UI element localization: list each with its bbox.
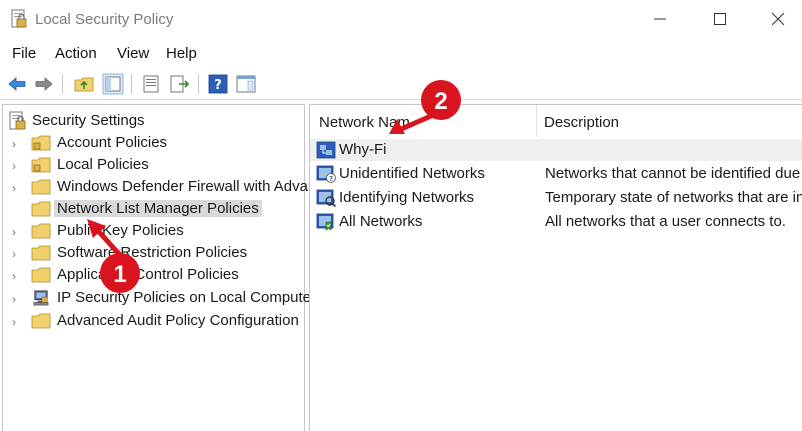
menu-view[interactable]: View [117, 45, 149, 62]
toolbar-separator [62, 74, 63, 94]
chevron-right-icon[interactable]: › [12, 137, 16, 151]
chevron-right-icon[interactable]: › [12, 159, 16, 173]
list-row-name: Identifying Networks [339, 189, 475, 206]
identifying-network-icon [316, 189, 336, 207]
up-folder-icon[interactable] [73, 73, 95, 95]
step-2-callout: 2 [389, 80, 461, 134]
folder-icon [31, 179, 51, 195]
tree-root-label: Security Settings [32, 112, 145, 129]
column-header-description[interactable]: Description [537, 105, 802, 137]
tree-item-label: Local Policies [57, 156, 149, 173]
chevron-right-icon[interactable]: › [12, 225, 16, 239]
window-title: Local Security Policy [35, 11, 174, 28]
chevron-right-icon[interactable]: › [12, 247, 16, 261]
folder-icon [31, 223, 51, 239]
tree-item-account-policies[interactable]: › Account Policies [3, 133, 303, 155]
chevron-right-icon[interactable]: › [12, 292, 16, 306]
tree-item-label: Windows Defender Firewall with Advar [57, 178, 313, 195]
all-networks-icon [316, 213, 334, 231]
locked-folder-icon [31, 135, 51, 151]
menu-action[interactable]: Action [55, 45, 97, 62]
svg-text:?: ? [214, 78, 222, 93]
tree-item-label: Advanced Audit Policy Configuration [57, 312, 299, 329]
back-arrow-icon[interactable] [6, 73, 28, 95]
list-row-identifying-networks[interactable]: Identifying Networks Temporary state of … [310, 187, 802, 209]
list-row-all-networks[interactable]: All Networks All networks that a user co… [310, 211, 802, 233]
list-row-unidentified-networks[interactable]: ? Unidentified Networks Networks that ca… [310, 163, 802, 185]
list-row-description: Networks that cannot be identified due [545, 165, 801, 182]
export-list-icon[interactable] [168, 73, 190, 95]
menu-file[interactable]: File [12, 45, 36, 62]
chevron-right-icon[interactable]: › [12, 181, 16, 195]
close-icon[interactable] [768, 9, 788, 29]
minimize-icon[interactable] [650, 9, 670, 29]
tree-item-local-policies[interactable]: › Local Policies [3, 155, 303, 177]
menu-bar: File Action View Help [0, 42, 802, 68]
menu-help[interactable]: Help [166, 45, 197, 62]
toolbar-separator [131, 74, 132, 94]
toolbar-separator [198, 74, 199, 94]
show-hide-tree-icon[interactable] [102, 73, 124, 95]
folder-icon [31, 201, 51, 217]
tree-item-label: Network List Manager Policies [54, 200, 262, 217]
list-row-name: Why-Fi [339, 141, 387, 158]
security-settings-icon [9, 111, 26, 130]
network-icon [316, 141, 336, 159]
help-icon[interactable]: ? [207, 73, 229, 95]
forward-arrow-icon[interactable] [33, 73, 55, 95]
list-row-name: All Networks [339, 213, 423, 230]
step-1-number: 1 [113, 261, 126, 288]
ip-security-computer-icon [33, 290, 49, 306]
locked-folder-icon [31, 157, 51, 173]
tree-item-label: Account Policies [57, 134, 168, 151]
properties-icon[interactable] [140, 73, 162, 95]
list-pane: Network Nam Description Why-Fi ? Unident… [309, 104, 802, 431]
step-2-number: 2 [434, 88, 447, 115]
show-action-pane-icon[interactable] [235, 73, 257, 95]
maximize-icon[interactable] [710, 9, 730, 29]
unidentified-network-icon: ? [316, 165, 336, 183]
security-policy-app-icon [11, 9, 27, 28]
folder-icon [31, 245, 51, 261]
tree-item-advanced-audit-policy[interactable]: › Advanced Audit Policy Configuration [3, 311, 303, 333]
step-2-arrow-shaft [396, 113, 434, 133]
chevron-right-icon[interactable]: › [12, 269, 16, 283]
chevron-right-icon[interactable]: › [12, 315, 16, 329]
folder-icon [31, 313, 51, 329]
list-row-description: All networks that a user connects to. [545, 213, 786, 230]
svg-text:?: ? [329, 175, 333, 183]
list-row-description: Temporary state of networks that are in [545, 189, 802, 206]
step-1-callout: 1 [87, 219, 140, 293]
folder-icon [31, 267, 51, 283]
title-bar: Local Security Policy [0, 0, 802, 40]
list-row-name: Unidentified Networks [339, 165, 485, 182]
tree-item-windows-defender-firewall[interactable]: › Windows Defender Firewall with Advar [3, 177, 313, 199]
list-row-why-fi[interactable]: Why-Fi [310, 139, 802, 161]
